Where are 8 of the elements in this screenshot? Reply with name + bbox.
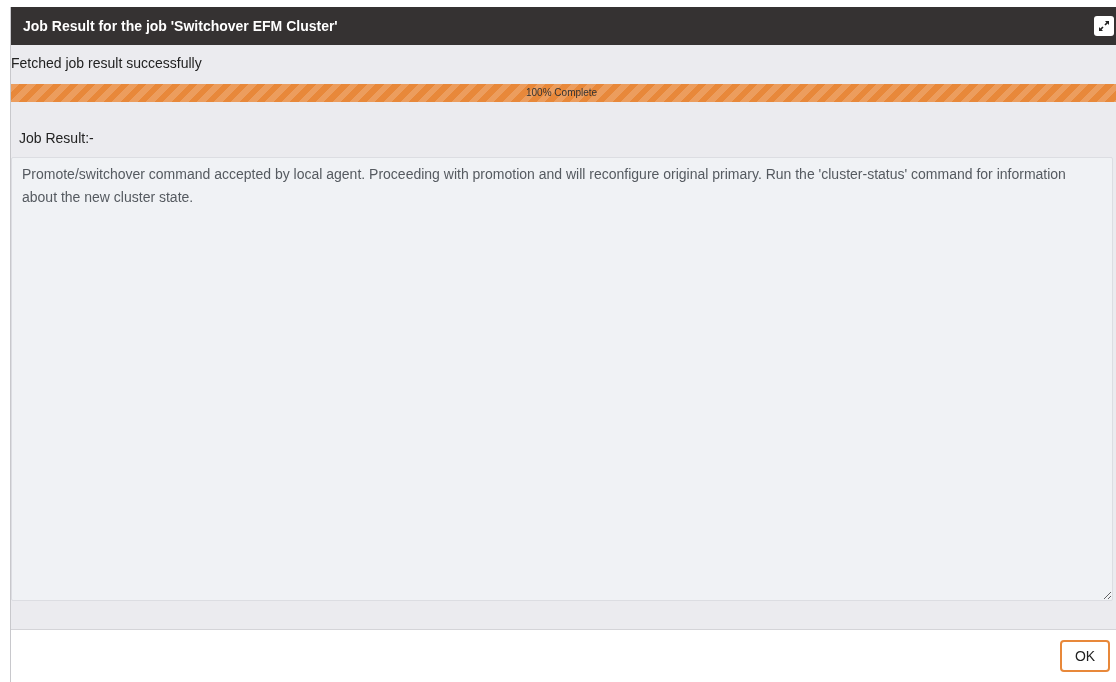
job-result-label: Job Result:- bbox=[18, 129, 95, 148]
dialog-title: Job Result for the job 'Switchover EFM Cluster' bbox=[23, 16, 338, 36]
result-text-area[interactable]: Promote/switchover command accepted by local agent. Proceeding with promotion and will reconfigure original primary. Run the 'cluster-status' command for information about the new cluster state. bbox=[11, 157, 1113, 601]
ok-button[interactable]: OK bbox=[1060, 640, 1110, 672]
progress-label: 100% Complete bbox=[526, 87, 598, 99]
maximize-button[interactable] bbox=[1094, 16, 1114, 36]
expand-icon bbox=[1098, 20, 1110, 32]
status-message: Fetched job result successfully bbox=[11, 54, 203, 73]
